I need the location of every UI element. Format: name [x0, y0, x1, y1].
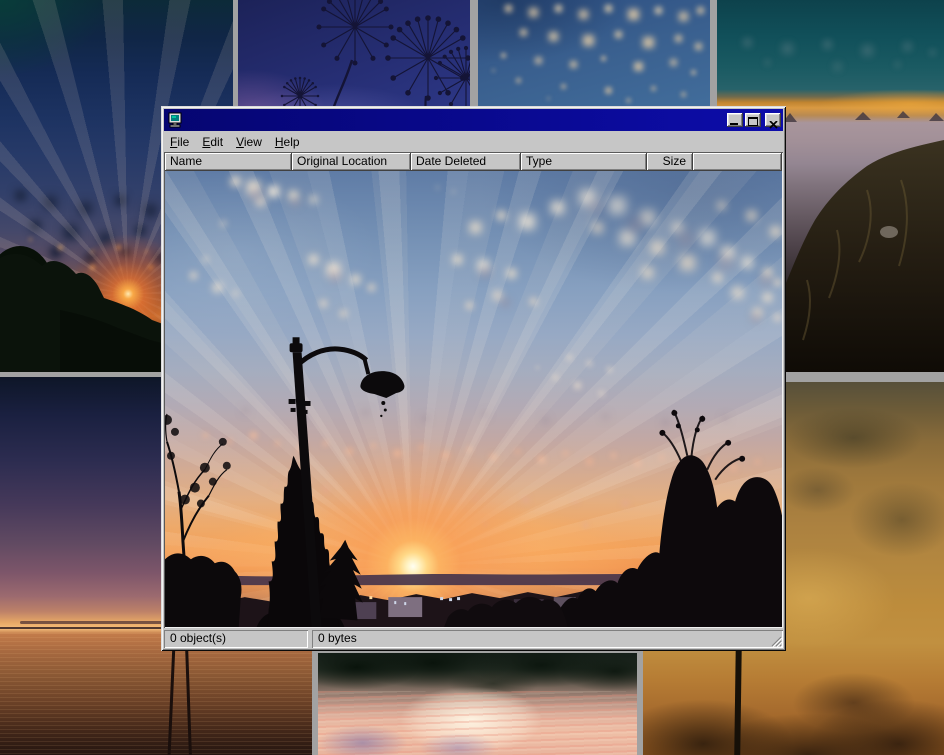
wallpaper-photo-water-ripples [318, 653, 637, 755]
photo-layer [318, 653, 637, 755]
status-size-panel: 0 bytes [312, 630, 783, 648]
computer-icon [167, 112, 183, 128]
column-header-date-deleted[interactable]: Date Deleted [411, 153, 521, 171]
maximize-icon [748, 117, 758, 126]
titlebar[interactable] [164, 109, 783, 131]
column-header-original-location[interactable]: Original Location [292, 153, 411, 171]
desktop: File Edit View Help Name Original Locati… [0, 0, 944, 755]
menu-help[interactable]: Help [269, 133, 307, 151]
status-size-text: 0 bytes [318, 631, 357, 645]
minimize-button[interactable] [727, 113, 743, 127]
silhouette-foreground [165, 171, 782, 627]
folder-list-view: Name Original Location Date Deleted Type… [164, 152, 783, 628]
folder-view-background[interactable] [165, 171, 782, 627]
column-header-blank[interactable] [693, 153, 782, 171]
minimize-icon [730, 123, 738, 125]
resize-grip[interactable] [769, 634, 782, 647]
menu-edit[interactable]: Edit [196, 133, 230, 151]
close-icon [769, 117, 778, 125]
column-header-type[interactable]: Type [521, 153, 647, 171]
recycle-bin-window: File Edit View Help Name Original Locati… [161, 106, 786, 651]
status-bar: 0 object(s) 0 bytes [164, 630, 783, 648]
close-button[interactable] [765, 113, 781, 127]
photo-layer [478, 0, 479, 1]
column-header-row: Name Original Location Date Deleted Type… [165, 153, 782, 171]
column-header-name[interactable]: Name [165, 153, 292, 171]
status-object-count: 0 object(s) [164, 630, 308, 648]
window-controls [727, 113, 781, 127]
maximize-button[interactable] [745, 113, 761, 127]
menu-bar: File Edit View Help [164, 132, 783, 151]
menu-file[interactable]: File [164, 133, 196, 151]
column-header-size[interactable]: Size [647, 153, 693, 171]
menu-view[interactable]: View [230, 133, 269, 151]
